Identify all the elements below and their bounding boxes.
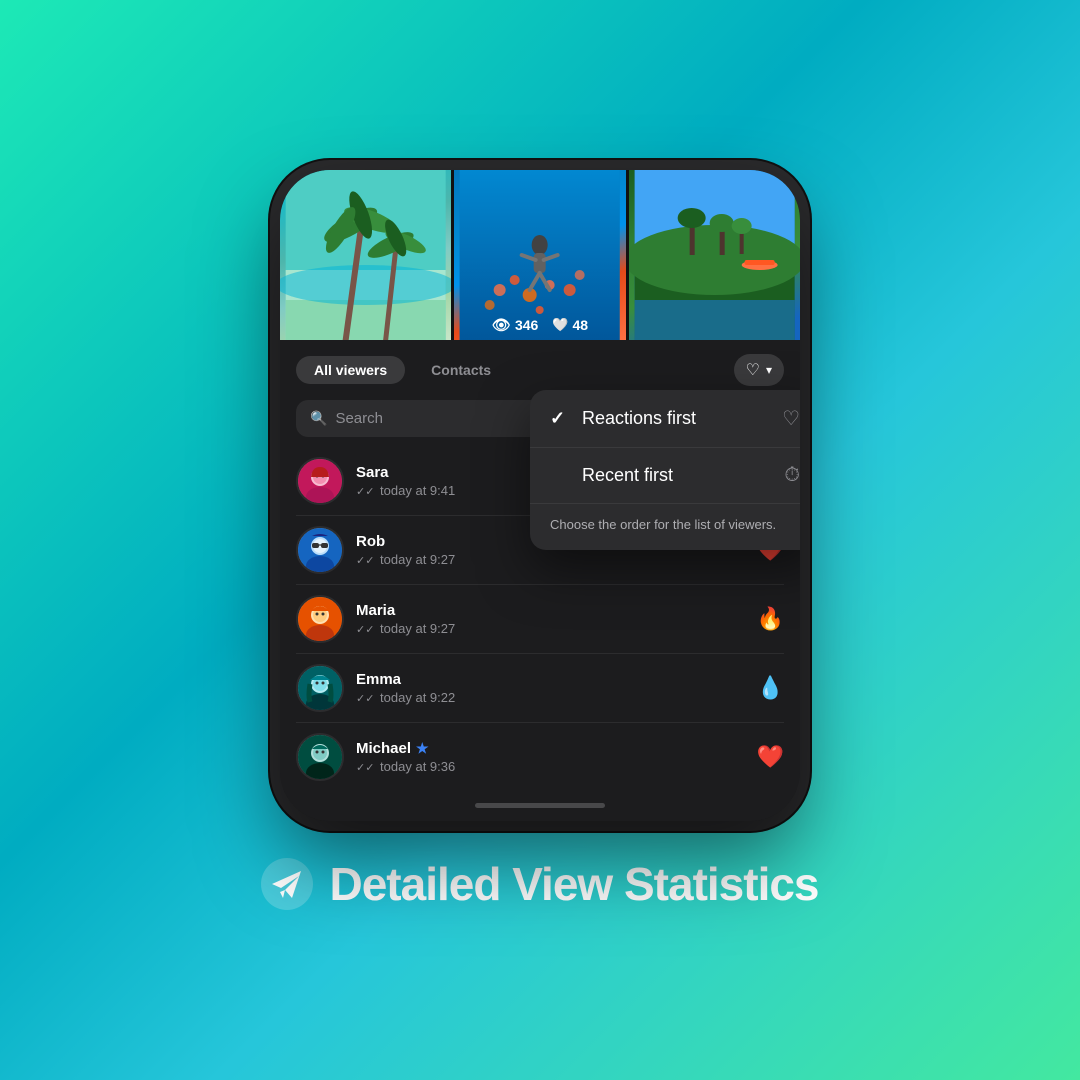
list-item: Emma ✓✓ today at 9:22 💧 — [296, 654, 784, 723]
avatar — [296, 733, 344, 781]
read-receipt-icon: ✓✓ — [356, 624, 374, 636]
home-indicator — [280, 791, 800, 821]
heart-outline-icon: ♡ — [746, 360, 760, 380]
viewer-time: ✓✓ today at 9:36 — [356, 759, 745, 774]
home-bar — [475, 803, 605, 808]
reaction-emoji: ❤️ — [757, 744, 784, 770]
footer-label: Detailed View Statistics — [329, 857, 818, 911]
view-count: 👁 346 — [492, 316, 538, 334]
photo-beach — [280, 170, 451, 340]
sort-dropdown: ✓ Reactions first ♡ ✓ Recent first ⏱ Cho… — [530, 390, 800, 550]
dropdown-tooltip: Choose the order for the list of viewers… — [530, 504, 800, 550]
telegram-logo — [261, 858, 313, 910]
avatar — [296, 595, 344, 643]
read-receipt-icon: ✓✓ — [356, 486, 374, 498]
viewer-time: ✓✓ today at 9:27 — [356, 552, 745, 567]
chevron-down-icon: ▾ — [766, 363, 772, 377]
heart-outline-icon: ♡ — [782, 406, 800, 431]
viewer-info: Emma ✓✓ today at 9:22 — [356, 671, 745, 705]
reaction-emoji: 💧 — [757, 675, 784, 701]
list-item: Maria ✓✓ today at 9:27 🔥 — [296, 585, 784, 654]
tab-contacts[interactable]: Contacts — [413, 356, 509, 384]
footer-area: Detailed View Statistics — [261, 857, 818, 911]
viewer-name: Emma — [356, 671, 745, 688]
reaction-emoji: 🔥 — [757, 606, 784, 632]
viewer-info: Maria ✓✓ today at 9:27 — [356, 602, 745, 636]
photo-island — [629, 170, 800, 340]
premium-badge: ★ — [416, 740, 429, 757]
viewer-info: Michael ★ ✓✓ today at 9:36 — [356, 740, 745, 774]
viewer-time: ✓✓ today at 9:27 — [356, 621, 745, 636]
avatar — [296, 457, 344, 505]
clock-icon: ⏱ — [784, 464, 800, 487]
photo-grid: 👁 346 🤍 48 — [280, 170, 800, 340]
sort-recent-first[interactable]: ✓ Recent first ⏱ — [530, 448, 800, 503]
list-item: Michael ★ ✓✓ today at 9:36 ❤️ — [296, 723, 784, 791]
sort-button[interactable]: ♡ ▾ — [734, 354, 784, 386]
phone-wrapper: 👁 346 🤍 48 — [261, 170, 818, 911]
read-receipt-icon: ✓✓ — [356, 762, 374, 774]
sort-reactions-first[interactable]: ✓ Reactions first ♡ — [530, 390, 800, 447]
viewer-name: Maria — [356, 602, 745, 619]
search-placeholder: Search — [335, 410, 383, 427]
photo-ocean: 👁 346 🤍 48 — [454, 170, 625, 340]
avatar — [296, 526, 344, 574]
views-number: 346 — [515, 317, 538, 333]
read-receipt-icon: ✓✓ — [356, 555, 374, 567]
heart-icon: 🤍 — [552, 317, 568, 333]
photo-stats: 👁 346 🤍 48 — [454, 316, 625, 334]
eye-icon: 👁 — [492, 316, 511, 334]
search-icon: 🔍 — [310, 410, 327, 427]
avatar — [296, 664, 344, 712]
viewer-name: Michael ★ — [356, 740, 745, 757]
viewer-tabs: All viewers Contacts ♡ ▾ — [280, 340, 800, 396]
read-receipt-icon: ✓✓ — [356, 693, 374, 705]
viewer-time: ✓✓ today at 9:22 — [356, 690, 745, 705]
checkmark-icon: ✓ — [550, 408, 570, 429]
phone-frame: 👁 346 🤍 48 — [280, 170, 800, 821]
sort-reactions-label: Reactions first — [582, 408, 770, 429]
like-count: 🤍 48 — [552, 317, 588, 333]
sort-recent-label: Recent first — [582, 465, 772, 486]
tab-all-viewers[interactable]: All viewers — [296, 356, 405, 384]
likes-number: 48 — [573, 317, 589, 333]
